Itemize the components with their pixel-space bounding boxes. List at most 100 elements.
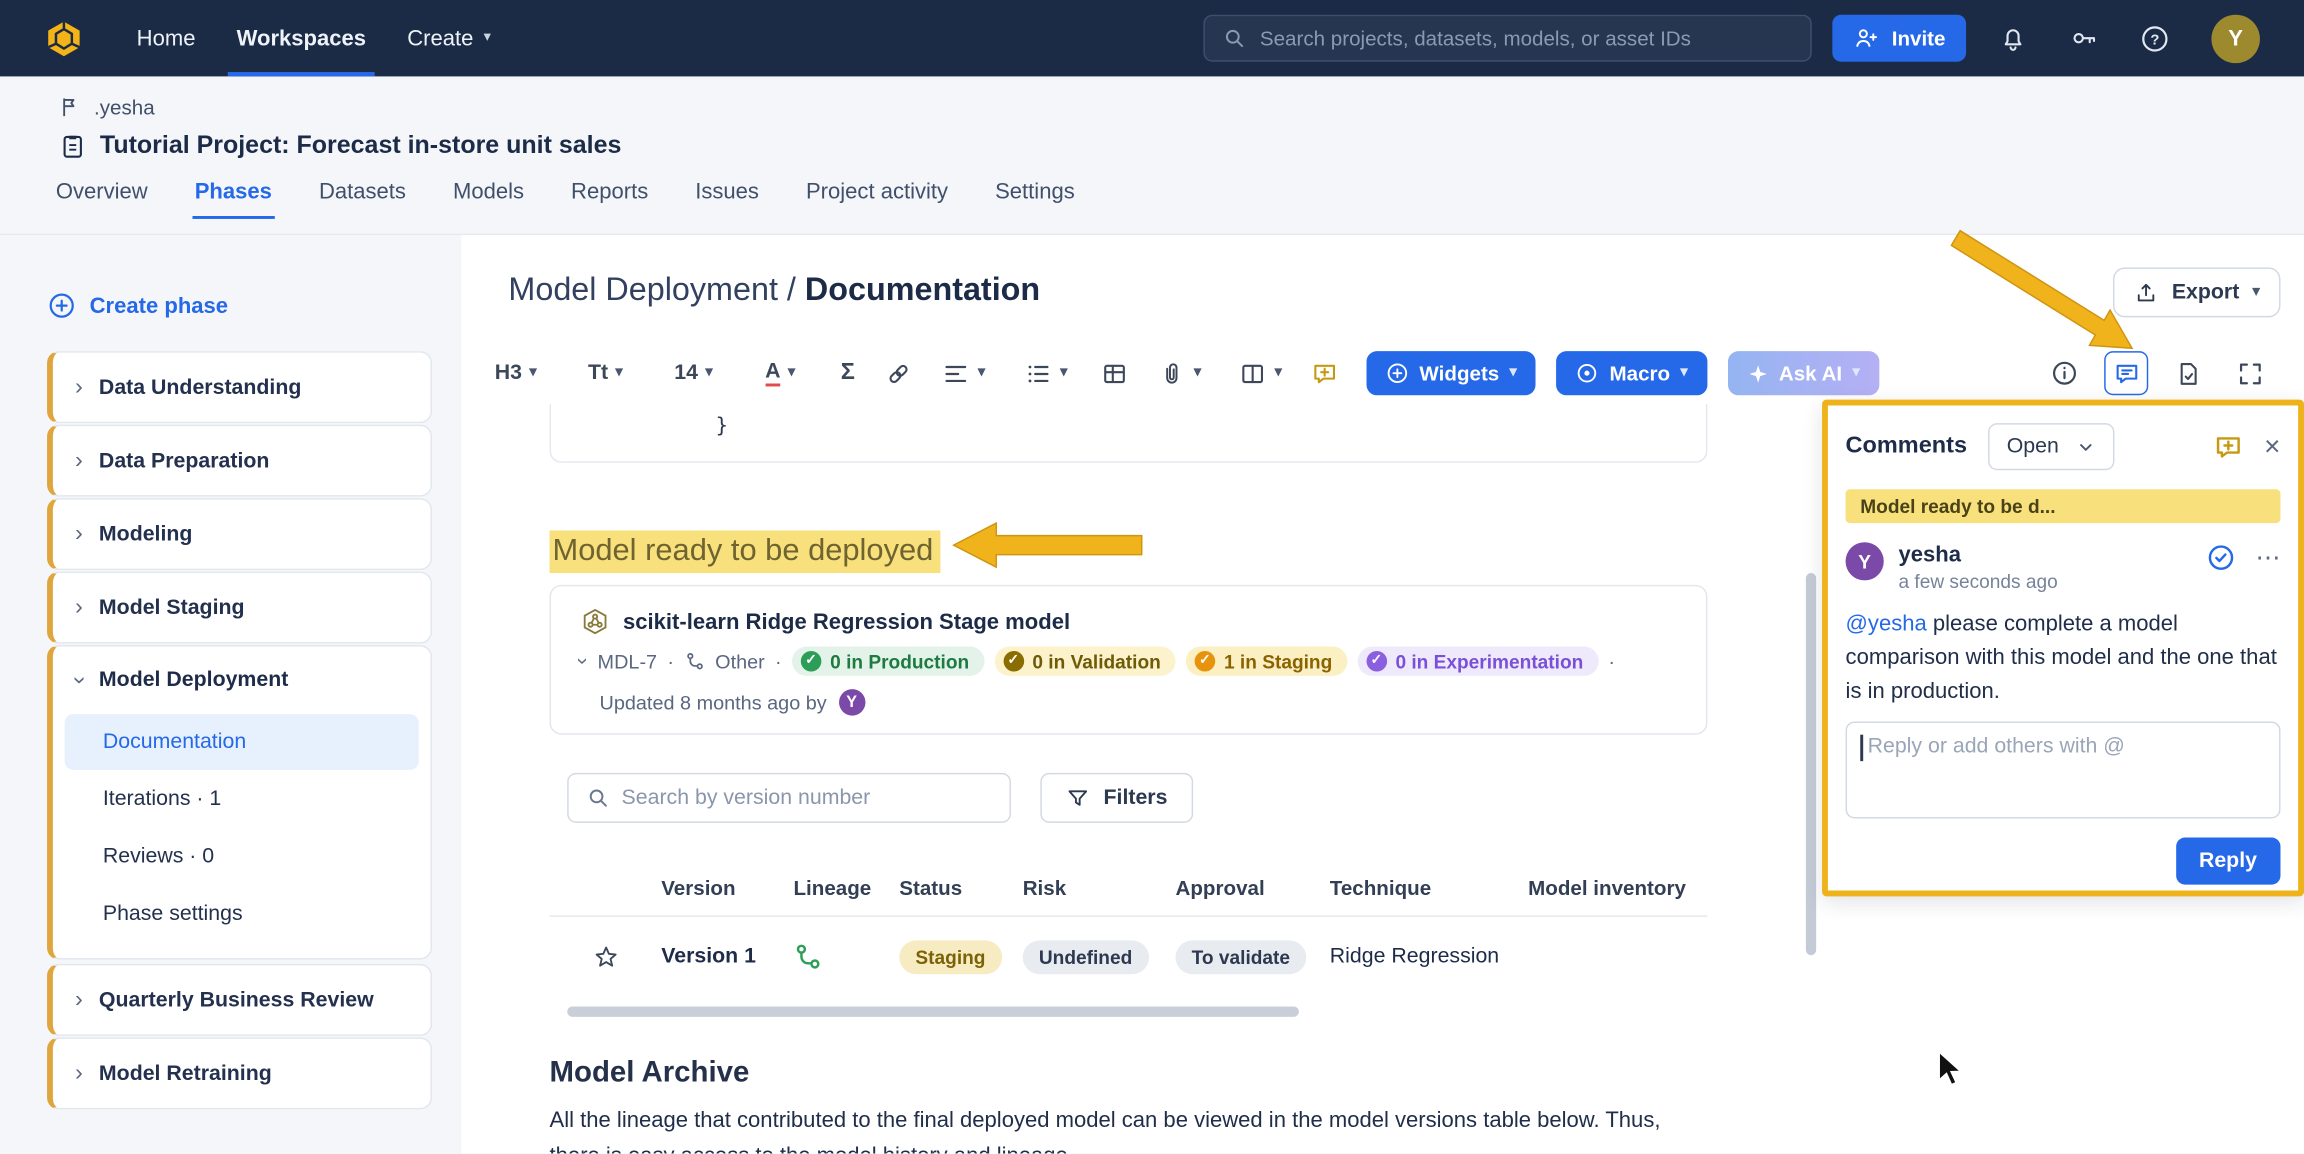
global-search-input[interactable] [1260, 26, 1793, 50]
add-comment-icon[interactable] [1302, 351, 1346, 395]
archive-heading: Model Archive [550, 1056, 2304, 1090]
sidebar-item-documentation[interactable]: Documentation [65, 714, 419, 770]
project-header: .yesha Tutorial Project: Forecast in-sto… [0, 76, 2304, 235]
highlighted-heading[interactable]: Model ready to be deployed [550, 530, 941, 573]
app-logo-icon[interactable] [44, 18, 84, 58]
resolve-check-icon[interactable] [2206, 542, 2237, 573]
invite-user-icon [1854, 25, 1880, 51]
new-comment-icon[interactable] [2213, 431, 2244, 462]
comments-toggle-icon[interactable] [2104, 351, 2148, 395]
svg-text:?: ? [2150, 32, 2159, 48]
nav-item-workspaces[interactable]: Workspaces [237, 0, 366, 76]
search-icon [586, 786, 610, 810]
reply-button[interactable]: Reply [2175, 838, 2280, 885]
updated-text: Updated 8 months ago by [600, 691, 827, 713]
text-caret [1860, 735, 1862, 761]
tab-datasets[interactable]: Datasets [316, 179, 409, 219]
status-badge: Staging [899, 940, 1001, 974]
horizontal-scrollbar[interactable] [567, 1007, 1299, 1017]
tab-phases[interactable]: Phases [192, 179, 275, 219]
mention-link[interactable]: @yesha [1846, 611, 1927, 636]
version-search-input[interactable] [622, 786, 992, 810]
tab-issues[interactable]: Issues [692, 179, 762, 219]
badge-staging: ✓ 1 in Staging [1186, 647, 1347, 676]
filters-button[interactable]: Filters [1040, 773, 1192, 823]
nav-item-home[interactable]: Home [137, 0, 196, 76]
heading-style-dropdown[interactable]: H3 ▾ [470, 351, 561, 395]
caret-down-icon: ▾ [1194, 366, 1201, 381]
top-nav: Home Workspaces Create ▾ Invite [0, 0, 2304, 76]
text-color-dropdown[interactable]: A ▾ [738, 351, 823, 395]
sidebar-item-data-understanding[interactable]: › Data Understanding [47, 351, 432, 423]
font-size-dropdown[interactable]: 14 ▾ [649, 351, 737, 395]
macro-button[interactable]: Macro ▾ [1557, 351, 1707, 395]
export-button[interactable]: Export ▾ [2113, 267, 2280, 317]
check-icon: ✓ [1195, 651, 1216, 672]
table-header-row: Version Lineage Status Risk Approval Tec… [550, 858, 1708, 917]
risk-badge: Undefined [1023, 940, 1149, 974]
tab-overview[interactable]: Overview [53, 179, 151, 219]
tab-settings[interactable]: Settings [992, 179, 1078, 219]
avatar: Y [1846, 542, 1884, 580]
widgets-button[interactable]: Widgets ▾ [1367, 351, 1537, 395]
sidebar-item-quarterly-business-review[interactable]: › Quarterly Business Review [47, 964, 432, 1036]
caret-down-icon: ▾ [1275, 366, 1282, 381]
sidebar-item-model-deployment-header[interactable]: › Model Deployment [65, 647, 419, 715]
sidebar-item-model-staging[interactable]: › Model Staging [47, 572, 432, 644]
comments-title: Comments [1846, 433, 1968, 459]
api-key-icon[interactable] [2069, 24, 2098, 53]
global-search[interactable] [1204, 15, 1812, 62]
caret-down-icon: ▾ [1060, 366, 1067, 381]
notifications-bell-icon[interactable] [1998, 24, 2027, 53]
chevron-right-icon: › [75, 449, 83, 473]
branch-icon [684, 651, 705, 672]
doc-check-icon[interactable] [2166, 351, 2210, 395]
user-avatar[interactable]: Y [2211, 14, 2259, 62]
model-kind: Other [715, 650, 765, 672]
star-icon[interactable] [591, 943, 619, 971]
caret-down-icon: ▾ [1680, 366, 1687, 381]
more-options-icon[interactable]: ⋯ [2256, 545, 2281, 570]
ask-ai-button[interactable]: Ask AI ▾ [1727, 351, 1878, 395]
reply-input[interactable] [1846, 721, 2281, 818]
help-icon[interactable]: ? [2139, 23, 2170, 54]
comment-quote-highlight[interactable]: Model ready to be d... [1846, 489, 2281, 523]
sidebar-item-data-preparation[interactable]: › Data Preparation [47, 425, 432, 497]
version-search[interactable] [567, 773, 1011, 823]
tab-reports[interactable]: Reports [568, 179, 651, 219]
avatar: Y [838, 689, 864, 715]
table-row: Version 1 Staging Undefined To valid [550, 917, 1708, 996]
align-dropdown[interactable]: ▾ [923, 351, 1005, 395]
check-icon: ✓ [1003, 651, 1024, 672]
sidebar-item-phase-settings[interactable]: Phase settings [65, 886, 419, 942]
table-icon[interactable] [1087, 351, 1140, 395]
nav-item-create[interactable]: Create ▾ [407, 0, 491, 76]
vertical-scrollbar[interactable] [1806, 573, 1816, 955]
attachment-dropdown[interactable]: ▾ [1140, 351, 1219, 395]
export-icon [2134, 280, 2159, 305]
link-icon[interactable] [873, 351, 923, 395]
invite-button[interactable]: Invite [1833, 15, 1966, 62]
formula-icon[interactable]: Σ [823, 351, 873, 395]
fullscreen-icon[interactable] [2228, 351, 2272, 395]
close-icon[interactable]: × [2264, 433, 2280, 461]
comments-filter-dropdown[interactable]: Open [1988, 423, 2115, 470]
list-dropdown[interactable]: ▾ [1005, 351, 1087, 395]
page-title: Tutorial Project: Forecast in-store unit… [100, 131, 621, 160]
version-link[interactable]: Version 1 [661, 945, 756, 969]
sidebar-item-iterations[interactable]: Iterations · 1 [65, 771, 419, 827]
create-phase-button[interactable]: Create phase [47, 291, 432, 320]
caret-down-icon: ▾ [529, 366, 536, 381]
tab-models[interactable]: Models [450, 179, 527, 219]
sidebar-item-modeling[interactable]: › Modeling [47, 498, 432, 570]
layout-columns-dropdown[interactable]: ▾ [1220, 351, 1302, 395]
lineage-icon[interactable] [793, 942, 899, 971]
tab-project-activity[interactable]: Project activity [803, 179, 951, 219]
collapse-caret-icon[interactable]: › [574, 658, 595, 665]
phases-sidebar: Create phase › Data Understanding › Data… [0, 235, 461, 1153]
info-icon[interactable] [2042, 351, 2086, 395]
comment-timestamp: a few seconds ago [1898, 570, 2057, 592]
text-style-dropdown[interactable]: Tt ▾ [561, 351, 649, 395]
sidebar-item-reviews[interactable]: Reviews · 0 [65, 829, 419, 885]
sidebar-item-model-retraining[interactable]: › Model Retraining [47, 1037, 432, 1109]
